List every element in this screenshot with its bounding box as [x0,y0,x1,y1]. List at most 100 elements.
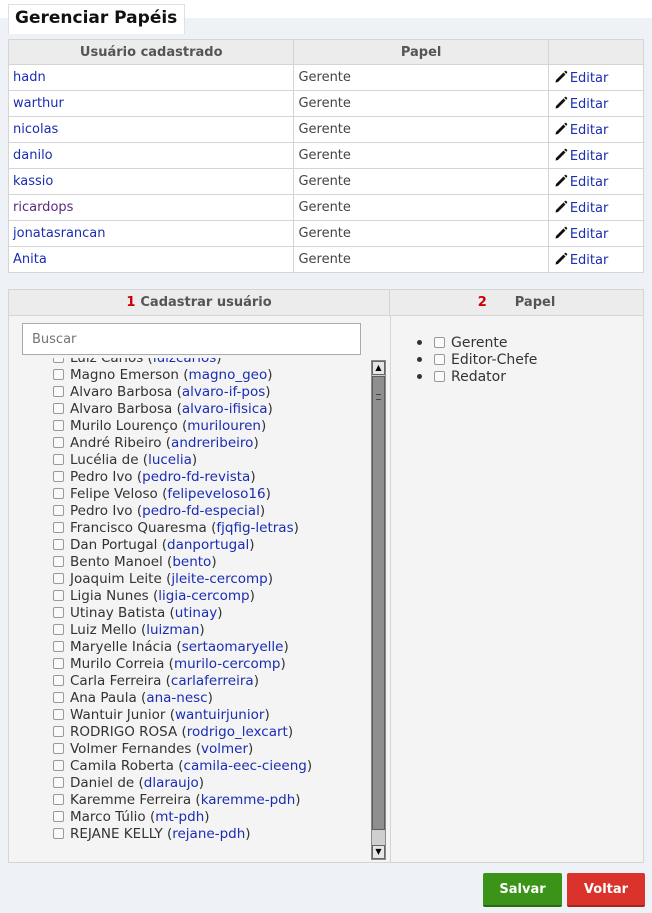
checkbox[interactable] [53,556,64,567]
checkbox[interactable] [53,641,64,652]
user-checkbox-item[interactable]: André Ribeiro (andreribeiro) [53,435,312,452]
edit-label: Editar [569,226,609,242]
checkbox[interactable] [53,709,64,720]
user-checkbox-item[interactable]: Lucélia de (lucelia) [53,452,312,469]
user-checkbox-item[interactable]: Utinay Batista (utinay) [53,605,312,622]
edit-button[interactable]: Editar [547,246,645,273]
user-name: REJANE KELLY [70,826,163,842]
role-option[interactable]: Redator [417,369,537,386]
checkbox[interactable] [53,454,64,465]
scrollbar-thumb[interactable] [372,376,385,830]
checkbox[interactable] [434,354,445,365]
role-option[interactable]: Editor-Chefe [417,352,537,369]
user-checkbox-item[interactable]: Wantuir Junior (wantuirjunior) [53,707,312,724]
checkbox[interactable] [53,743,64,754]
save-button[interactable]: Salvar [483,873,562,907]
user-name: Francisco Quaresma [70,520,207,536]
checkbox[interactable] [434,337,445,348]
checkbox[interactable] [53,607,64,618]
checkbox[interactable] [53,386,64,397]
table-row: warthur Gerente Editar [7,90,645,117]
user-checkbox-item[interactable]: Luiz Mello (luizman) [53,622,312,639]
checkbox[interactable] [53,358,64,363]
role-cell: Gerente [293,90,549,117]
user-checkbox-item[interactable]: RODRIGO ROSA (rodrigo_lexcart) [53,724,312,741]
user-checkbox-item[interactable]: Ana Paula (ana-nesc) [53,690,312,707]
user-name: Alvaro Barbosa [70,401,173,417]
user-checkbox-item[interactable]: Karemme Ferreira (karemme-pdh) [53,792,312,809]
checkbox[interactable] [53,403,64,414]
table-body: hadn Gerente Editar warthur Gerente Editar nic… [7,64,645,273]
back-button[interactable]: Voltar [567,873,645,907]
user-checkbox-item[interactable]: Murilo Correia (murilo-cercomp) [53,656,312,673]
checkbox[interactable] [53,777,64,788]
checkbox[interactable] [53,675,64,686]
user-checkbox-item[interactable]: Bento Manoel (bento) [53,554,312,571]
user-link[interactable]: Anita [7,246,295,273]
edit-button[interactable]: Editar [547,64,645,91]
user-checkbox-item[interactable]: Dan Portugal (danportugal) [53,537,312,554]
user-link[interactable]: hadn [7,64,295,91]
user-checkbox-item[interactable]: Ligia Nunes (ligia-cercomp) [53,588,312,605]
user-checkbox-item[interactable]: Maryelle Inácia (sertaomaryelle) [53,639,312,656]
user-checkbox-item[interactable]: Daniel de (dlaraujo) [53,775,312,792]
checkbox[interactable] [434,371,445,382]
user-checkbox-item[interactable]: Magno Emerson (magno_geo) [53,367,312,384]
checkbox[interactable] [53,420,64,431]
checkbox[interactable] [53,573,64,584]
user-link[interactable]: kassio [7,168,295,195]
edit-button[interactable]: Editar [547,220,645,247]
user-checkbox-item[interactable]: Luiz Carlos (luizcarlos) [53,358,312,367]
checkbox[interactable] [53,471,64,482]
user-checkbox-item[interactable]: Volmer Fernandes (volmer) [53,741,312,758]
user-checkbox-item[interactable]: Alvaro Barbosa (alvaro-if-pos) [53,384,312,401]
user-checklist[interactable]: Luiz Carlos (luizcarlos) Magno Emerson (m… [53,358,371,859]
checkbox[interactable] [53,539,64,550]
user-link[interactable]: danilo [7,142,295,169]
checkbox[interactable] [53,488,64,499]
scroll-down-button[interactable]: ▼ [372,845,385,859]
user-checkbox-item[interactable]: Camila Roberta (camila-eec-cieeng) [53,758,312,775]
user-checkbox-item[interactable]: Pedro Ivo (pedro-fd-revista) [53,469,312,486]
search-input[interactable] [22,323,361,355]
user-checklist-items: Luiz Carlos (luizcarlos) Magno Emerson (m… [53,358,312,843]
checkbox[interactable] [53,760,64,771]
edit-button[interactable]: Editar [547,194,645,221]
checkbox[interactable] [53,726,64,737]
user-link[interactable]: nicolas [7,116,295,143]
user-name: Pedro Ivo [70,503,133,519]
user-checkbox-item[interactable]: Francisco Quaresma (fjqfig-letras) [53,520,312,537]
user-checkbox-item[interactable]: Alvaro Barbosa (alvaro-ifisica) [53,401,312,418]
edit-button[interactable]: Editar [547,116,645,143]
checkbox[interactable] [53,828,64,839]
checkbox[interactable] [53,590,64,601]
edit-button[interactable]: Editar [547,168,645,195]
user-checkbox-item[interactable]: Murilo Lourenço (murilouren) [53,418,312,435]
checkbox[interactable] [53,437,64,448]
user-checkbox-item[interactable]: Joaquim Leite (jleite-cercomp) [53,571,312,588]
user-checkbox-item[interactable]: Carla Ferreira (carlaferreira) [53,673,312,690]
user-list-scrollbar[interactable]: ▲ ▼ [371,360,386,860]
scroll-up-button[interactable]: ▲ [372,361,385,375]
step2-label: Papel [514,295,556,310]
checkbox[interactable] [53,522,64,533]
role-option[interactable]: Gerente [417,335,537,352]
checkbox[interactable] [53,692,64,703]
user-link[interactable]: jonatasrancan [7,220,295,247]
checkbox[interactable] [53,505,64,516]
user-link[interactable]: ricardops [7,194,295,221]
checkbox[interactable] [53,658,64,669]
user-checkbox-item[interactable]: Felipe Veloso (felipeveloso16) [53,486,312,503]
user-login: mt-pdh [155,809,205,825]
user-checkbox-item[interactable]: Marco Túlio (mt-pdh) [53,809,312,826]
edit-button[interactable]: Editar [547,90,645,117]
edit-button[interactable]: Editar [547,142,645,169]
checkbox[interactable] [53,794,64,805]
checkbox[interactable] [53,624,64,635]
user-checkbox-item[interactable]: REJANE KELLY (rejane-pdh) [53,826,312,843]
user-link[interactable]: warthur [7,90,295,117]
checkbox[interactable] [53,811,64,822]
checkbox[interactable] [53,369,64,380]
user-name: André Ribeiro [70,435,162,451]
user-checkbox-item[interactable]: Pedro Ivo (pedro-fd-especial) [53,503,312,520]
